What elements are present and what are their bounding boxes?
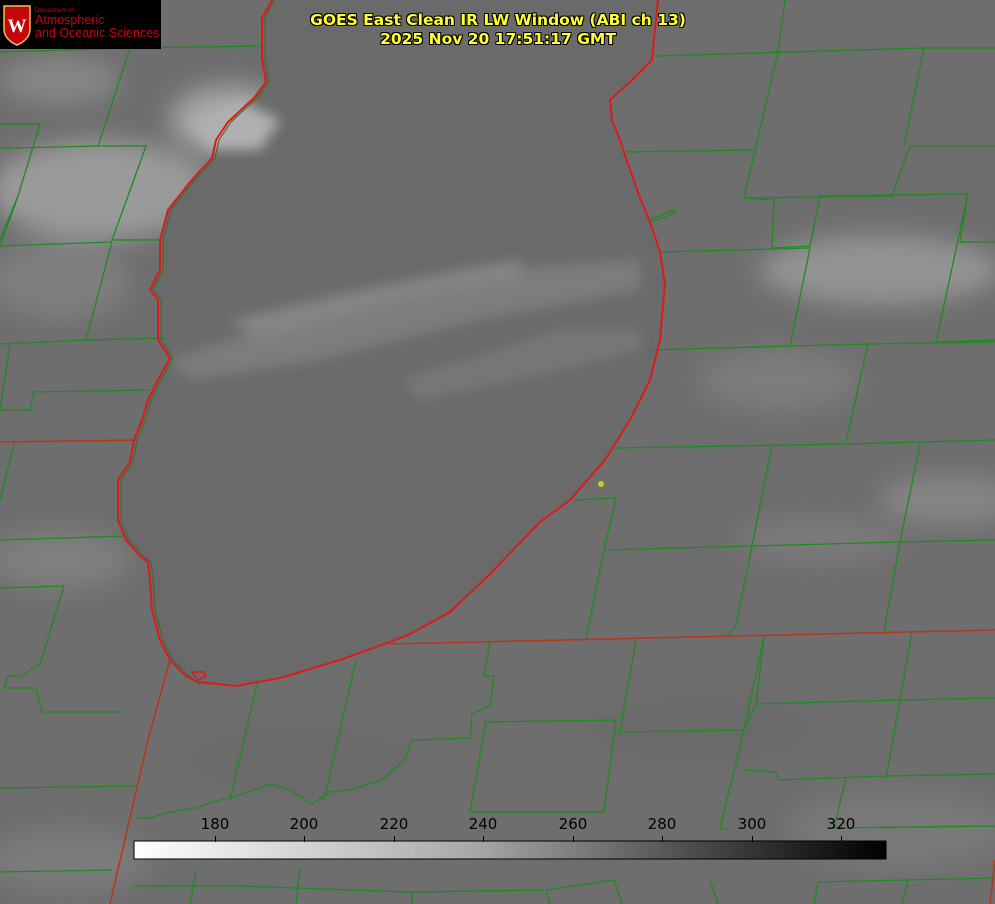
timestamp: 2025 Nov 20 17:51:17 GMT [380, 30, 616, 48]
aos-logo: W Department of Atmospheric and Oceanic … [0, 0, 161, 49]
colorbar-tick-label: 220 [379, 815, 409, 833]
satellite-map [0, 0, 995, 904]
colorbar-tick [841, 836, 842, 842]
image-title: GOES East Clean IR LW Window (ABI ch 13)… [298, 11, 698, 49]
colorbar-tick [752, 836, 753, 842]
colorbar-tick [304, 836, 305, 842]
colorbar-tick [483, 836, 484, 842]
crest-letter: W [8, 16, 27, 37]
colorbar-tick-label: 240 [468, 815, 498, 833]
satellite-image-viewer: W Department of Atmospheric and Oceanic … [0, 0, 995, 904]
colorbar-tick [394, 836, 395, 842]
station-marker [598, 481, 604, 487]
colorbar-tick-label: 280 [647, 815, 677, 833]
colorbar-tick [573, 836, 574, 842]
colorbar-tick [215, 836, 216, 842]
colorbar-tick-label: 320 [826, 815, 856, 833]
colorbar-tick-label: 260 [558, 815, 588, 833]
colorbar-tick-label: 300 [737, 815, 767, 833]
product-title: GOES East Clean IR LW Window (ABI ch 13) [310, 11, 686, 29]
colorbar-tick-label: 180 [200, 815, 230, 833]
logo-oceanic-text: and Oceanic Sciences [35, 26, 160, 40]
colorbar-tick-label: 200 [289, 815, 319, 833]
colorbar-tick [662, 836, 663, 842]
colorbar-fill [133, 840, 887, 860]
uw-crest-icon: W [3, 5, 31, 46]
